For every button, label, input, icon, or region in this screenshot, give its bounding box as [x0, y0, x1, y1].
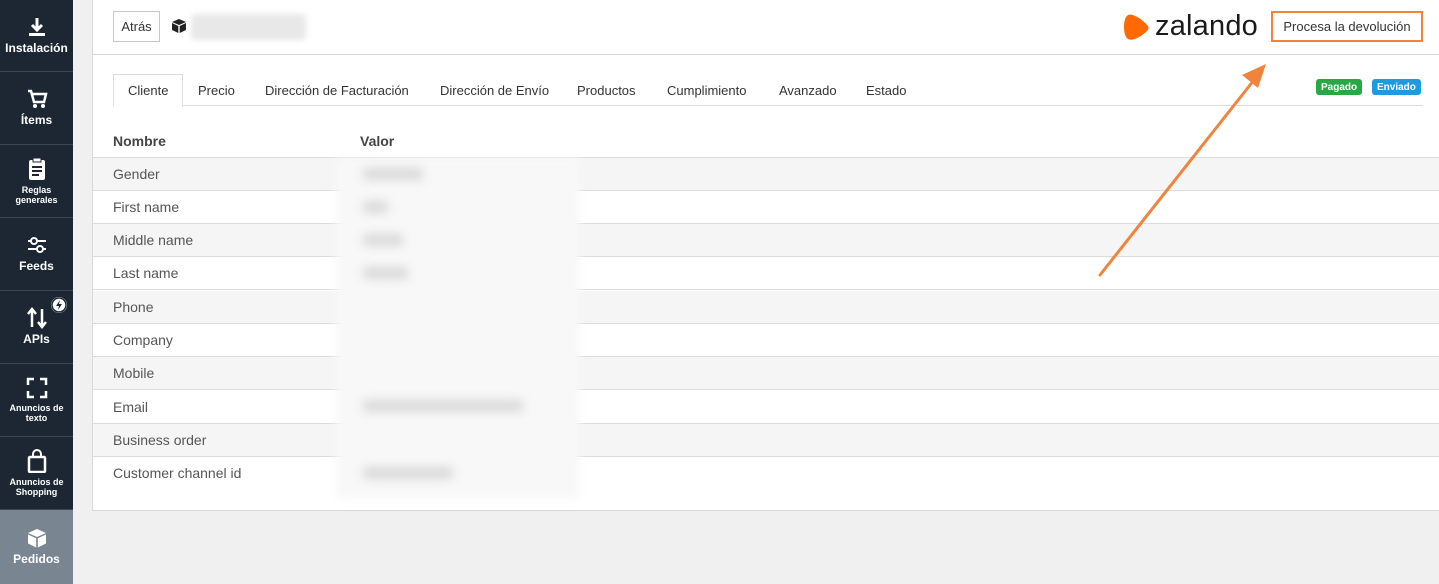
back-button[interactable]: Atrás — [113, 11, 160, 42]
row-name: Mobile — [113, 365, 155, 381]
redacted-value — [363, 201, 388, 213]
sidebar-item-label: Reglas generales — [15, 184, 58, 205]
row-name: Gender — [113, 166, 160, 182]
shopping-bag-icon — [27, 448, 46, 473]
row-name: Last name — [113, 265, 179, 281]
order-box-icon — [172, 19, 186, 33]
sidebar-item-label: Anuncios de Shopping — [9, 476, 64, 497]
tab-cumplimiento[interactable]: Cumplimiento — [667, 74, 746, 106]
row-name: Middle name — [113, 232, 194, 248]
zalando-logo: zalando — [1124, 10, 1258, 43]
brand-name: zalando — [1155, 10, 1258, 42]
lightning-badge-icon — [51, 297, 67, 313]
tab-estado[interactable]: Estado — [866, 74, 906, 106]
redacted-value — [363, 267, 408, 279]
column-header-valor: Valor — [360, 133, 395, 149]
row-name: Customer channel id — [113, 465, 242, 481]
sidebar-item-anuncios-texto[interactable]: Anuncios de texto — [0, 364, 73, 437]
tab-cliente[interactable]: Cliente — [113, 74, 184, 107]
table-row: Email — [93, 391, 1439, 424]
order-header: Atrás zalando Procesa la devolución — [93, 0, 1439, 55]
download-icon — [28, 17, 45, 36]
table-row: Mobile — [93, 357, 1439, 390]
sidebar-item-label: Pedidos — [13, 552, 60, 567]
sidebar-item-label: Anuncios de texto — [9, 402, 64, 423]
sidebar-item-feeds[interactable]: Feeds — [0, 218, 73, 291]
order-panel: Atrás zalando Procesa la devolución Clie… — [92, 0, 1439, 511]
redacted-value — [363, 234, 403, 246]
redacted-value — [363, 168, 423, 180]
table-row: Business order — [93, 424, 1439, 457]
zalando-logo-icon — [1124, 14, 1149, 40]
frame-corners-icon — [26, 377, 47, 398]
row-name: Phone — [113, 299, 154, 315]
sidebar-item-label: APIs — [23, 332, 50, 347]
tab-direccion-facturacion[interactable]: Dirección de Facturación — [265, 74, 409, 106]
clipboard-icon — [28, 157, 45, 180]
sidebar: Instalación Ítems Reglas generales Feeds — [0, 0, 73, 584]
sliders-icon — [27, 237, 46, 254]
column-header-nombre: Nombre — [113, 133, 166, 149]
redacted-value — [363, 400, 523, 412]
sidebar-item-apis[interactable]: APIs — [0, 291, 73, 364]
sidebar-item-anuncios-shopping[interactable]: Anuncios de Shopping — [0, 437, 73, 510]
row-name: Email — [113, 399, 149, 415]
redacted-value — [363, 467, 453, 479]
sidebar-item-label: Ítems — [20, 113, 53, 128]
process-return-button[interactable]: Procesa la devolución — [1271, 11, 1423, 42]
swap-arrows-icon — [26, 307, 47, 330]
table-row: Company — [93, 324, 1439, 357]
sidebar-item-reglas[interactable]: Reglas generales — [0, 145, 73, 218]
sidebar-item-items[interactable]: Ítems — [0, 72, 73, 145]
row-name: First name — [113, 199, 180, 215]
cart-icon — [27, 89, 48, 109]
sidebar-item-label: Feeds — [19, 259, 54, 274]
tab-avanzado[interactable]: Avanzado — [779, 74, 837, 106]
sidebar-item-pedidos[interactable]: Pedidos — [0, 510, 73, 584]
row-name: Business order — [113, 432, 207, 448]
row-name: Company — [113, 332, 173, 348]
table-row: Middle name — [93, 224, 1439, 257]
box-icon — [27, 529, 46, 548]
table-row: Customer channel id — [93, 457, 1439, 490]
order-tabs: Cliente Precio Dirección de Facturación … — [113, 74, 1423, 107]
sidebar-item-label: Instalación — [5, 40, 68, 55]
tab-precio[interactable]: Precio — [198, 74, 235, 106]
table-header: Nombre Valor — [93, 124, 1439, 158]
tab-direccion-envio[interactable]: Dirección de Envío — [440, 74, 549, 106]
status-badge-shipped: Enviado — [1372, 79, 1421, 95]
status-badge-paid: Pagado — [1316, 79, 1363, 95]
sidebar-item-instalacion[interactable]: Instalación — [0, 0, 73, 72]
table-row: First name — [93, 191, 1439, 224]
table-row: Phone — [93, 291, 1439, 324]
table-row: Last name — [93, 257, 1439, 290]
tab-productos[interactable]: Productos — [577, 74, 636, 106]
table-row: Gender — [93, 158, 1439, 191]
order-id-redacted — [191, 14, 306, 40]
